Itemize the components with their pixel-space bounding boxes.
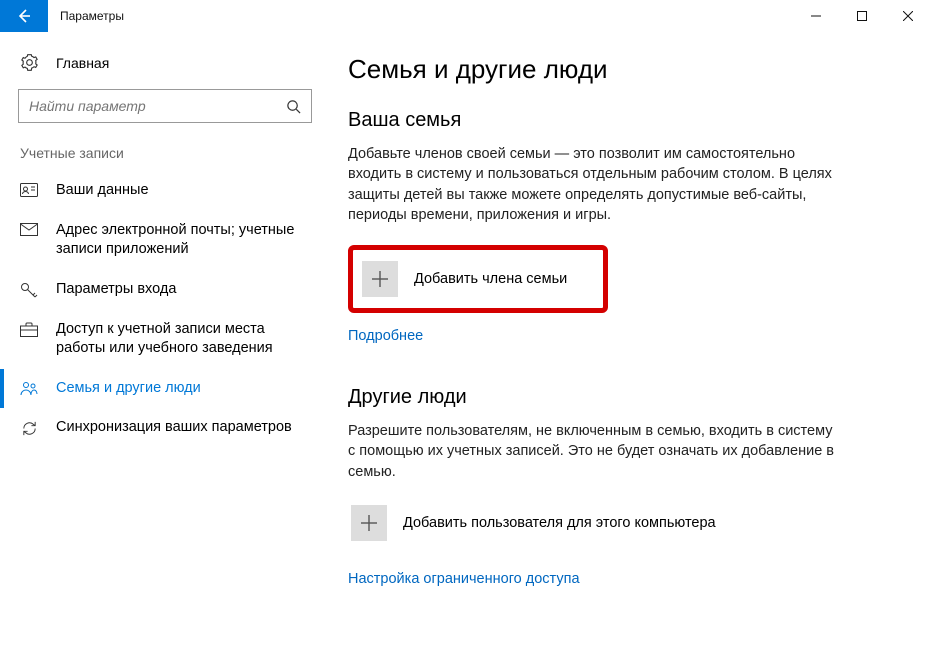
sidebar-item-label: Ваши данные — [56, 181, 310, 201]
sidebar-item-signin-options[interactable]: Параметры входа — [0, 270, 322, 310]
add-other-label: Добавить пользователя для этого компьюте… — [403, 515, 716, 531]
back-button[interactable] — [0, 0, 48, 32]
close-button[interactable] — [885, 0, 931, 32]
minimize-button[interactable] — [793, 0, 839, 32]
sync-icon — [20, 418, 38, 437]
sidebar-item-your-info[interactable]: Ваши данные — [0, 171, 322, 211]
page-title: Семья и другие люди — [348, 54, 891, 85]
family-desc: Добавьте членов своей семьи — это позвол… — [348, 144, 838, 225]
main-panel: Семья и другие люди Ваша семья Добавьте … — [330, 32, 931, 657]
others-heading: Другие люди — [348, 386, 891, 409]
window-controls — [793, 0, 931, 32]
add-other-user-button[interactable]: Добавить пользователя для этого компьюте… — [348, 502, 838, 544]
maximize-button[interactable] — [839, 0, 885, 32]
family-more-link[interactable]: Подробнее — [348, 328, 423, 344]
sidebar-item-family[interactable]: Семья и другие люди — [0, 369, 322, 409]
sidebar-group-title: Учетные записи — [8, 141, 322, 171]
others-desc: Разрешите пользователям, не включенным в… — [348, 421, 838, 482]
window-title: Параметры — [48, 9, 124, 23]
titlebar: Параметры — [0, 0, 931, 32]
id-card-icon — [20, 181, 38, 197]
briefcase-icon — [20, 320, 38, 337]
people-icon — [20, 379, 38, 396]
search-box[interactable] — [18, 89, 312, 123]
add-family-member-button[interactable]: Добавить члена семьи — [359, 258, 597, 300]
plus-icon — [351, 505, 387, 541]
sidebar-item-label: Доступ к учетной записи места работы или… — [56, 320, 310, 359]
highlight-frame: Добавить члена семьи — [348, 245, 608, 313]
gear-icon — [20, 54, 38, 71]
sidebar-item-label: Параметры входа — [56, 280, 310, 300]
search-input[interactable] — [29, 98, 286, 114]
sidebar: Главная Учетные записи Ваши данные Адрес… — [0, 32, 330, 657]
restricted-access-link[interactable]: Настройка ограниченного доступа — [348, 571, 580, 587]
sidebar-home-label: Главная — [56, 55, 109, 71]
sidebar-item-work-access[interactable]: Доступ к учетной записи места работы или… — [0, 310, 322, 369]
sidebar-item-sync[interactable]: Синхронизация ваших параметров — [0, 408, 322, 448]
sidebar-home[interactable]: Главная — [8, 46, 322, 79]
mail-icon — [20, 221, 38, 236]
add-family-label: Добавить члена семьи — [414, 271, 567, 287]
sidebar-item-label: Синхронизация ваших параметров — [56, 418, 310, 438]
family-heading: Ваша семья — [348, 109, 891, 132]
search-icon — [286, 99, 301, 114]
sidebar-item-label: Адрес электронной почты; учетные записи … — [56, 221, 310, 260]
sidebar-item-email-accounts[interactable]: Адрес электронной почты; учетные записи … — [0, 211, 322, 270]
sidebar-item-label: Семья и другие люди — [56, 379, 310, 399]
plus-icon — [362, 261, 398, 297]
key-icon — [20, 280, 38, 300]
